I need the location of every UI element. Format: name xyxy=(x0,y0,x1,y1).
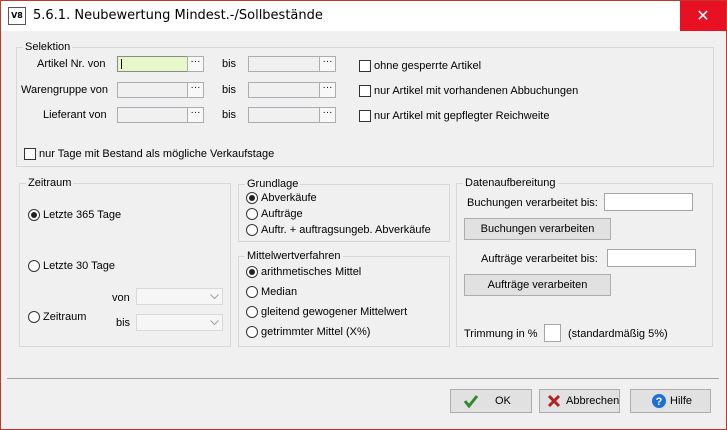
grundlage-kombiniert-label: Auftr. + auftragsungeb. Abverkäufe xyxy=(261,224,431,236)
artikel-von-label: Artikel Nr. von xyxy=(37,58,106,70)
zeitraum-bis-label: bis xyxy=(116,317,131,329)
zeitraum-title: Zeitraum xyxy=(28,177,72,189)
zeitraum-30-radio[interactable] xyxy=(28,260,40,272)
mittelwert-gleitend-radio[interactable] xyxy=(246,306,258,318)
zeitraum-365-label: Letzte 365 Tage xyxy=(43,209,122,221)
lieferant-von-input[interactable] xyxy=(117,107,189,123)
svg-text:?: ? xyxy=(656,396,663,408)
grundlage-auftraege-radio[interactable] xyxy=(246,208,258,220)
warengruppe-von-label: Warengruppe von xyxy=(21,84,109,96)
zeitraum-custom-radio[interactable] xyxy=(28,311,40,323)
lieferant-bis-label: bis xyxy=(222,109,237,121)
text-caret xyxy=(121,59,122,69)
mit-reichweite-label: nur Artikel mit gepflegter Reichweite xyxy=(374,110,550,122)
artikel-bis-input[interactable] xyxy=(248,56,320,72)
checkmark-icon xyxy=(463,395,479,409)
lieferant-bis-lookup-button[interactable]: ··· xyxy=(319,107,336,123)
title-bar: V8 5.6.1. Neubewertung Mindest.-/Sollbes… xyxy=(1,1,726,31)
buchungen-verarbeiten-button[interactable]: Buchungen verarbeiten xyxy=(464,218,611,240)
lieferant-bis-input[interactable] xyxy=(248,107,320,123)
grundlage-abverkaeufe-radio[interactable] xyxy=(246,192,258,204)
mittelwert-getrimmt-label: getrimmter Mittel (X%) xyxy=(261,326,371,338)
ohne-gesperrte-label: ohne gesperrte Artikel xyxy=(374,60,482,72)
artikel-bis-label: bis xyxy=(222,58,237,70)
ok-label: OK xyxy=(495,395,511,407)
mittelwert-arithmetisch-radio[interactable] xyxy=(246,266,258,278)
lieferant-von-label: Lieferant von xyxy=(43,109,107,121)
zeitraum-von-label: von xyxy=(112,292,130,304)
grundlage-title: Grundlage xyxy=(247,178,299,190)
chevron-down-icon xyxy=(210,320,219,326)
mittelwert-median-label: Median xyxy=(261,286,298,298)
artikel-von-lookup-button[interactable]: ··· xyxy=(187,56,204,72)
trimmung-input[interactable] xyxy=(544,324,561,342)
app-icon: V8 xyxy=(8,7,26,25)
close-button[interactable]: ✕ xyxy=(680,1,726,31)
mittelwert-arithmetisch-label: arithmetisches Mittel xyxy=(261,266,362,278)
mit-abbuchungen-label: nur Artikel mit vorhandenen Abbuchungen xyxy=(374,85,579,97)
mittelwert-title: Mittelwertverfahren xyxy=(247,250,341,262)
zeitraum-365-radio[interactable] xyxy=(28,209,40,221)
ohne-gesperrte-checkbox[interactable] xyxy=(359,60,371,72)
cancel-x-icon xyxy=(547,394,561,408)
warengruppe-bis-input[interactable] xyxy=(248,82,320,98)
dialog-window: V8 5.6.1. Neubewertung Mindest.-/Sollbes… xyxy=(0,0,727,430)
warengruppe-bis-label: bis xyxy=(222,84,237,96)
zeitraum-custom-label: Zeitraum xyxy=(43,311,87,323)
help-icon: ? xyxy=(652,394,666,408)
chevron-down-icon xyxy=(210,294,219,300)
warengruppe-von-input[interactable] xyxy=(117,82,189,98)
auftraege-verarbeitet-label: Aufträge verarbeitet bis: xyxy=(481,253,598,265)
grundlage-abverkaeufe-label: Abverkäufe xyxy=(261,192,317,204)
datenaufbereitung-title: Datenaufbereitung xyxy=(465,177,556,189)
buchungen-verarbeitet-field xyxy=(604,193,693,211)
abbrechen-label: Abbrechen xyxy=(566,395,620,407)
footer-separator xyxy=(7,378,719,379)
warengruppe-von-lookup-button[interactable]: ··· xyxy=(187,82,204,98)
buchungen-verarbeitet-label: Buchungen verarbeitet bis: xyxy=(467,197,598,209)
trimmung-label: Trimmung in % xyxy=(464,328,538,340)
mittelwert-median-radio[interactable] xyxy=(246,286,258,298)
zeitraum-bis-select[interactable] xyxy=(136,314,223,331)
lieferant-von-lookup-button[interactable]: ··· xyxy=(187,107,204,123)
ok-button[interactable]: OK xyxy=(450,389,532,413)
trimmung-hint: (standardmäßig 5%) xyxy=(568,328,668,340)
mit-abbuchungen-checkbox[interactable] xyxy=(359,85,371,97)
zeitraum-30-label: Letzte 30 Tage xyxy=(43,260,115,272)
tage-bestand-label: nur Tage mit Bestand als mögliche Verkau… xyxy=(39,148,275,160)
tage-bestand-checkbox[interactable] xyxy=(24,148,36,160)
grundlage-auftraege-label: Aufträge xyxy=(261,208,303,220)
grundlage-kombiniert-radio[interactable] xyxy=(246,224,258,236)
hilfe-button[interactable]: ? Hilfe xyxy=(630,389,711,413)
mit-reichweite-checkbox[interactable] xyxy=(359,110,371,122)
auftraege-verarbeiten-button[interactable]: Aufträge verarbeiten xyxy=(464,274,611,296)
selektion-title: Selektion xyxy=(25,41,71,53)
mittelwert-gleitend-label: gleitend gewogener Mittelwert xyxy=(261,306,408,318)
mittelwert-getrimmt-radio[interactable] xyxy=(246,326,258,338)
window-title: 5.6.1. Neubewertung Mindest.-/Sollbestän… xyxy=(33,8,323,23)
hilfe-label: Hilfe xyxy=(670,395,693,407)
auftraege-verarbeitet-field xyxy=(607,249,696,267)
artikel-bis-lookup-button[interactable]: ··· xyxy=(319,56,336,72)
zeitraum-von-select[interactable] xyxy=(136,288,223,305)
artikel-von-input[interactable] xyxy=(117,56,189,72)
warengruppe-bis-lookup-button[interactable]: ··· xyxy=(319,82,336,98)
abbrechen-button[interactable]: Abbrechen xyxy=(539,389,620,413)
